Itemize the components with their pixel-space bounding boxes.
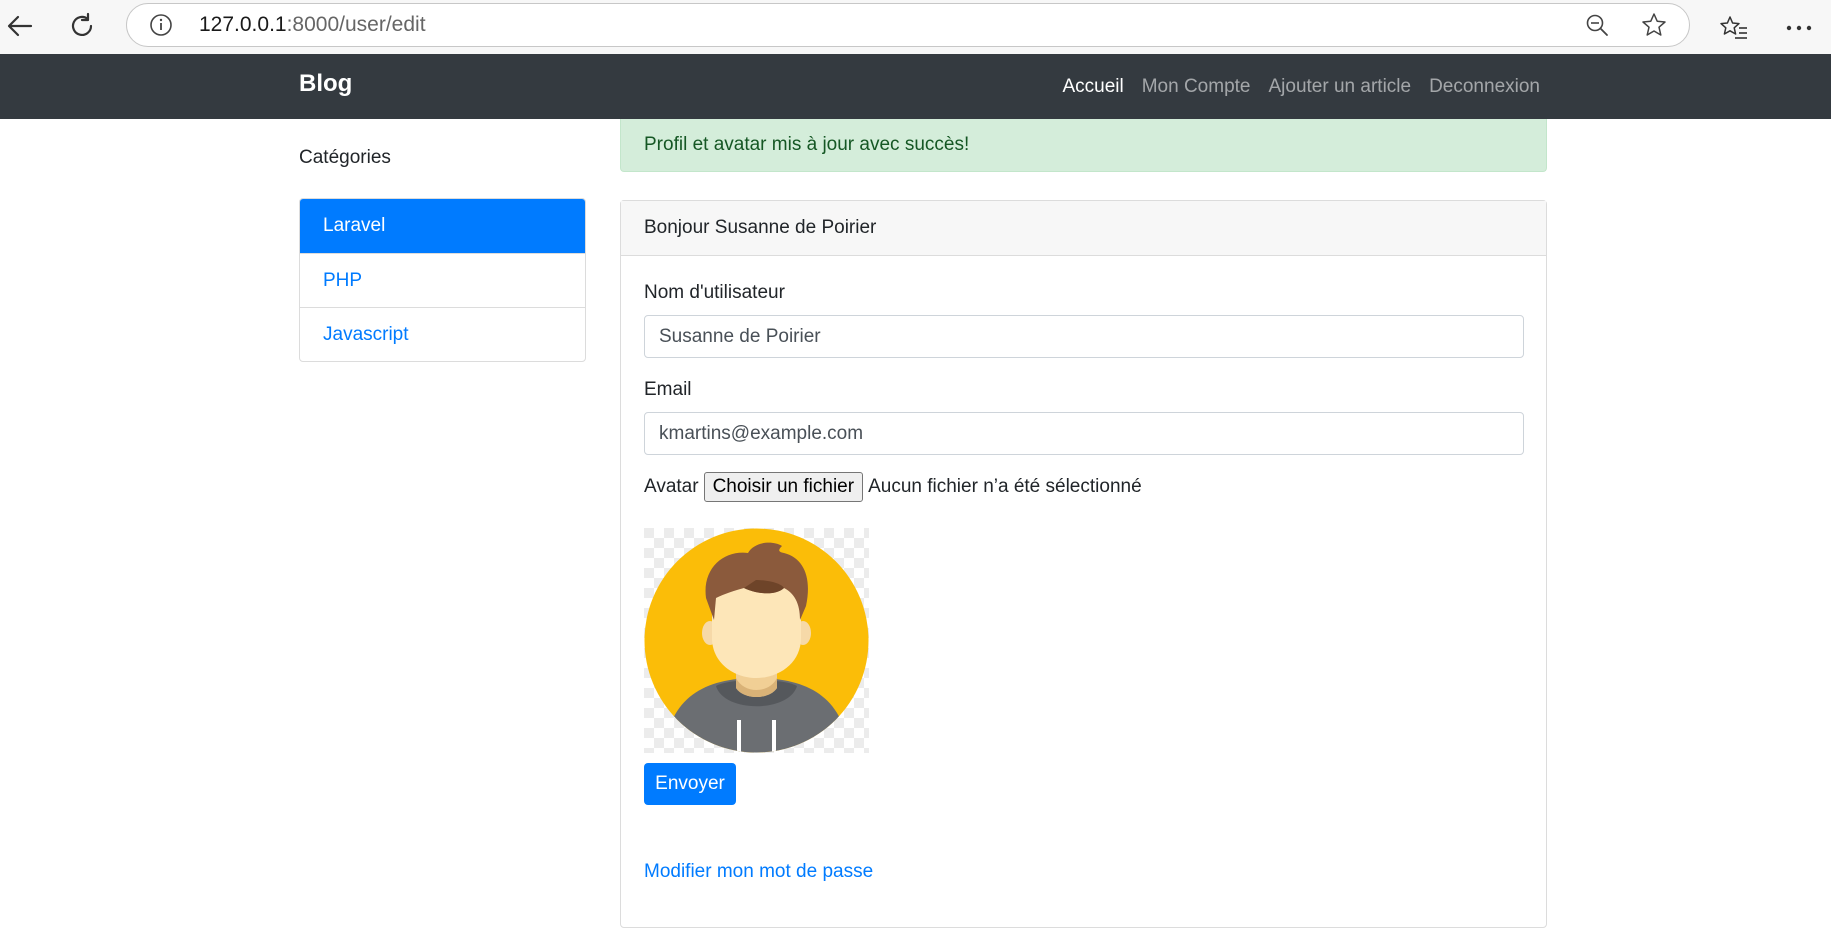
nav-link-ajouter-article[interactable]: Ajouter un article [1269, 76, 1412, 98]
back-arrow-icon[interactable] [0, 6, 40, 46]
favorites-list-icon[interactable] [1714, 8, 1754, 48]
success-alert: Profil et avatar mis à jour avec succès! [620, 119, 1547, 172]
avatar-label: Avatar [644, 476, 699, 497]
file-status-text: Aucun fichier n’a été sélectionné [868, 476, 1142, 497]
category-item-javascript[interactable]: Javascript [300, 307, 585, 361]
profile-card: Bonjour Susanne de Poirier Nom d'utilisa… [620, 200, 1547, 928]
brand-link[interactable]: Blog [299, 70, 352, 98]
change-password-link[interactable]: Modifier mon mot de passe [644, 861, 873, 883]
category-item-php[interactable]: PHP [300, 253, 585, 307]
nav-menu: Accueil Mon Compte Ajouter un article De… [1062, 76, 1540, 98]
submit-button[interactable]: Envoyer [644, 763, 736, 805]
more-icon[interactable] [1779, 8, 1819, 48]
categories-title: Catégories [299, 147, 391, 168]
url-text[interactable]: 127.0.0.1:8000/user/edit [199, 13, 426, 37]
category-list: Laravel PHP Javascript [299, 198, 586, 362]
username-label: Nom d'utilisateur [644, 282, 785, 303]
reload-icon[interactable] [62, 6, 102, 46]
nav-link-mon-compte[interactable]: Mon Compte [1142, 76, 1251, 98]
card-greeting: Bonjour Susanne de Poirier [621, 201, 1546, 256]
nav-link-deconnexion[interactable]: Deconnexion [1429, 76, 1540, 98]
site-navbar: Blog Accueil Mon Compte Ajouter un artic… [0, 54, 1831, 119]
avatar-image [644, 528, 869, 753]
info-icon[interactable] [149, 13, 173, 37]
avatar-file-row: Avatar Choisir un fichier Aucun fichier … [644, 472, 1142, 502]
browser-toolbar: 127.0.0.1:8000/user/edit [0, 0, 1831, 54]
email-label: Email [644, 379, 692, 400]
choose-file-button[interactable]: Choisir un fichier [703, 472, 864, 502]
category-item-laravel[interactable]: Laravel [300, 199, 585, 253]
zoom-out-icon[interactable] [1585, 13, 1609, 37]
address-bar[interactable]: 127.0.0.1:8000/user/edit [126, 3, 1690, 47]
url-host: 127.0.0.1 [199, 13, 287, 36]
email-input[interactable]: kmartins@example.com [644, 412, 1524, 455]
nav-link-accueil[interactable]: Accueil [1062, 76, 1123, 98]
favorite-star-icon[interactable] [1641, 12, 1667, 38]
username-input[interactable]: Susanne de Poirier [644, 315, 1524, 358]
url-path: :8000/user/edit [286, 13, 426, 36]
